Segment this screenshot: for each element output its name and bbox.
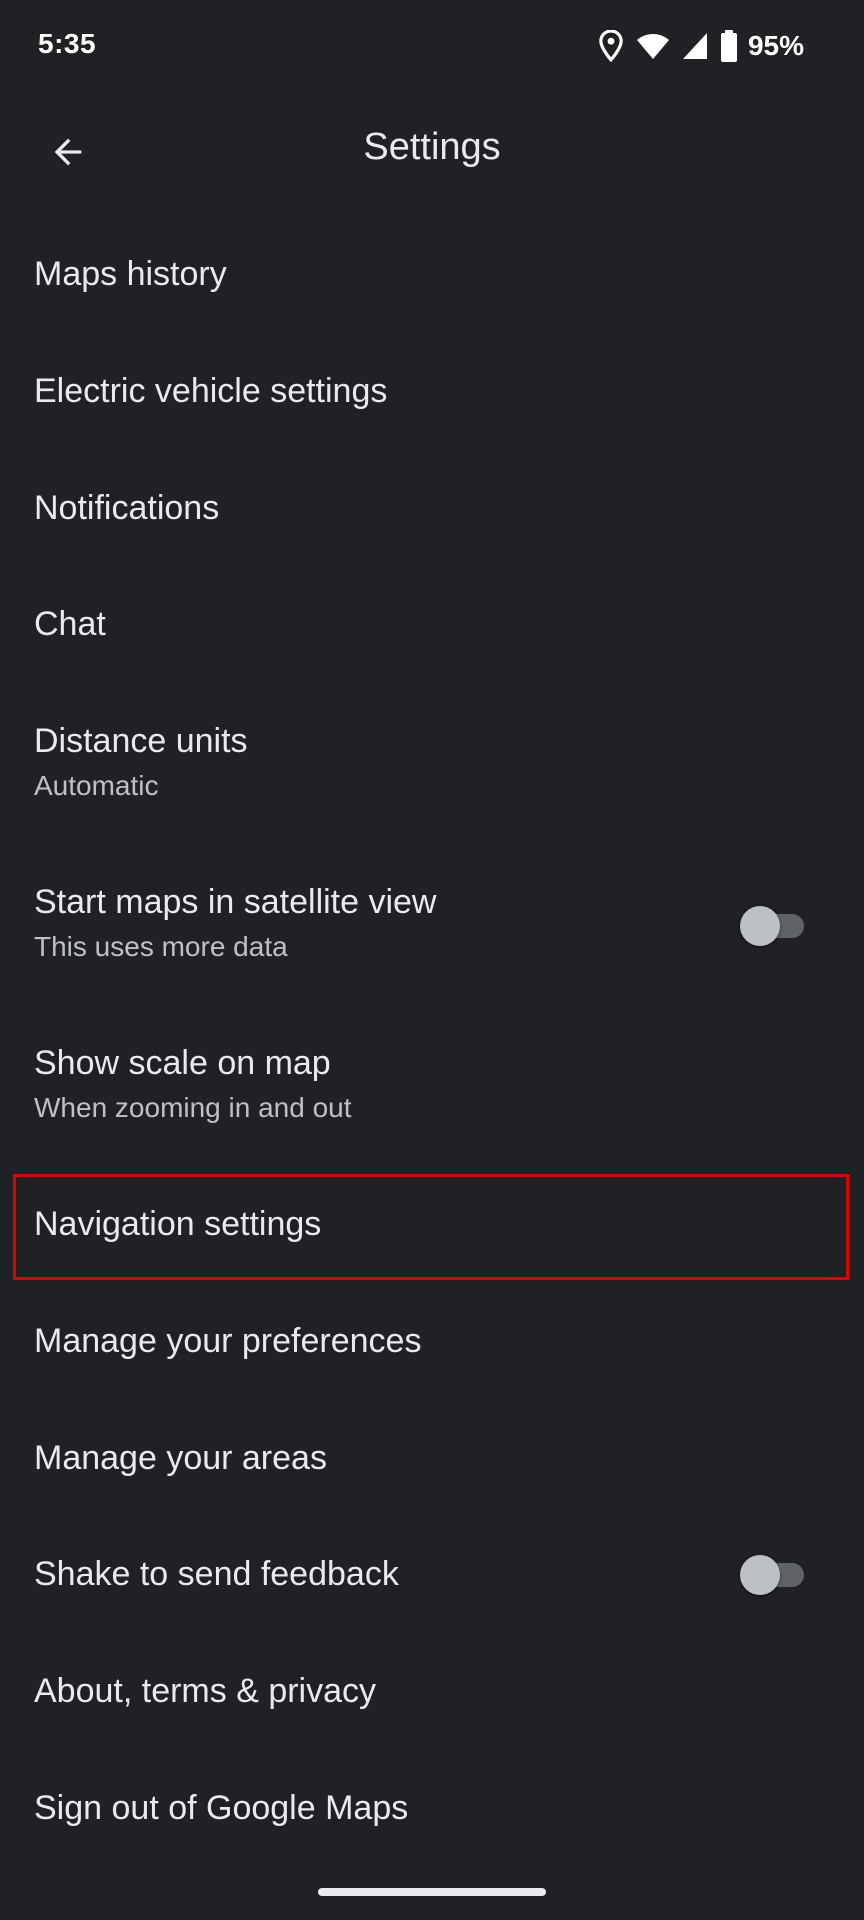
- home-indicator[interactable]: [318, 1888, 546, 1896]
- distance-units-item[interactable]: Distance units Automatic: [0, 721, 864, 803]
- navigation-settings-item[interactable]: Navigation settings: [0, 1204, 864, 1244]
- chat-item[interactable]: Chat: [0, 604, 864, 644]
- battery-icon: [720, 30, 738, 62]
- shake-feedback-item[interactable]: Shake to send feedback: [0, 1554, 864, 1594]
- show-scale-label: Show scale on map: [34, 1044, 331, 1082]
- satellite-view-item[interactable]: Start maps in satellite view This uses m…: [0, 882, 864, 964]
- chat-label: Chat: [34, 605, 106, 643]
- electric-vehicle-settings-item[interactable]: Electric vehicle settings: [0, 371, 864, 411]
- notifications-label: Notifications: [34, 489, 220, 527]
- satellite-view-label: Start maps in satellite view: [34, 883, 437, 921]
- shake-feedback-toggle[interactable]: [740, 1555, 808, 1595]
- satellite-view-subtitle: This uses more data: [34, 931, 288, 962]
- manage-areas-item[interactable]: Manage your areas: [0, 1438, 864, 1478]
- maps-history-label: Maps history: [34, 255, 227, 293]
- satellite-view-toggle[interactable]: [740, 906, 808, 946]
- manage-preferences-label: Manage your preferences: [34, 1322, 422, 1360]
- location-icon: [598, 30, 624, 62]
- toggle-thumb: [740, 1555, 780, 1595]
- sign-out-label: Sign out of Google Maps: [34, 1789, 409, 1827]
- battery-percent: 95%: [747, 30, 804, 61]
- app-bar: Settings: [0, 96, 864, 212]
- show-scale-subtitle: When zooming in and out: [34, 1092, 352, 1123]
- navigation-settings-label: Navigation settings: [34, 1205, 322, 1243]
- signal-icon: [682, 32, 708, 60]
- about-terms-privacy-item[interactable]: About, terms & privacy: [0, 1671, 864, 1711]
- maps-history-item[interactable]: Maps history: [0, 254, 864, 294]
- show-scale-item[interactable]: Show scale on map When zooming in and ou…: [0, 1043, 864, 1125]
- notifications-item[interactable]: Notifications: [0, 488, 864, 528]
- distance-units-label: Distance units: [34, 722, 248, 760]
- shake-feedback-label: Shake to send feedback: [34, 1555, 399, 1593]
- toggle-thumb: [740, 906, 780, 946]
- status-bar: 5:35 95%: [0, 0, 864, 96]
- manage-preferences-item[interactable]: Manage your preferences: [0, 1321, 864, 1361]
- wifi-icon: [636, 32, 670, 60]
- page-title: Settings: [363, 126, 501, 168]
- about-terms-privacy-label: About, terms & privacy: [34, 1672, 377, 1710]
- electric-vehicle-settings-label: Electric vehicle settings: [34, 372, 388, 410]
- status-time: 5:35: [38, 28, 97, 59]
- sign-out-item[interactable]: Sign out of Google Maps: [0, 1788, 864, 1828]
- status-icons: 95%: [598, 28, 804, 64]
- manage-areas-label: Manage your areas: [34, 1439, 327, 1477]
- distance-units-value: Automatic: [34, 770, 159, 801]
